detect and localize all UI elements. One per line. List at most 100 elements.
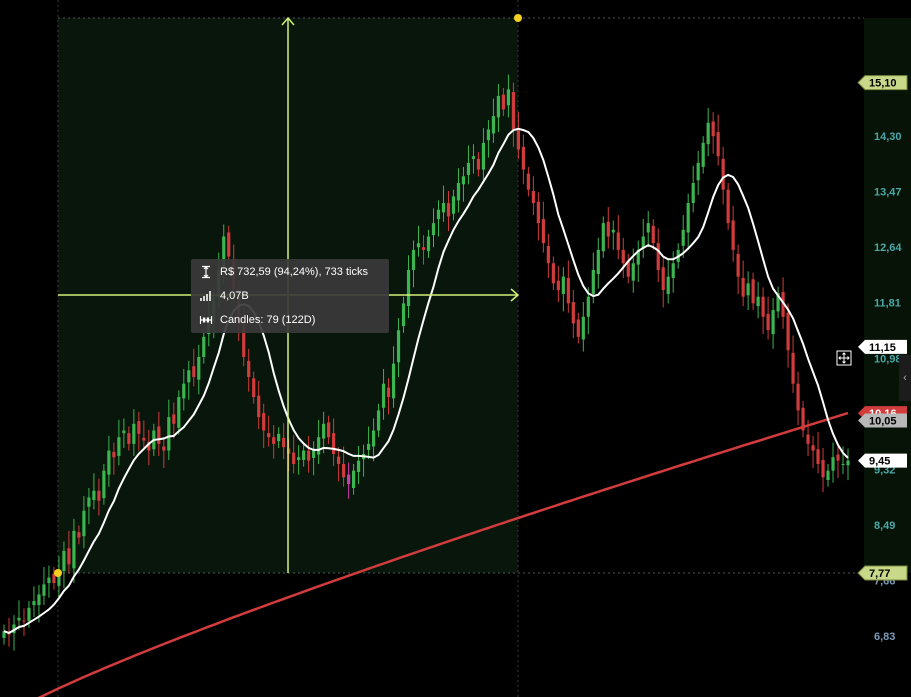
price-marker: 7,77 — [857, 565, 908, 581]
candle — [42, 584, 46, 596]
candle — [47, 577, 51, 584]
candle — [312, 450, 316, 458]
price-tick-label: 11,81 — [874, 298, 901, 310]
candle — [307, 450, 311, 461]
candle — [471, 156, 476, 159]
candle — [107, 450, 111, 475]
candle — [731, 220, 735, 250]
candle — [766, 314, 770, 331]
candle — [416, 243, 421, 248]
candle — [172, 414, 176, 424]
candle — [381, 383, 386, 408]
candle — [751, 279, 755, 304]
candle — [27, 607, 31, 622]
candle — [786, 312, 790, 351]
candle — [611, 229, 615, 233]
candle — [796, 383, 800, 411]
candle — [726, 189, 730, 224]
candle — [341, 463, 346, 478]
candle — [272, 437, 276, 444]
price-tick-label: 12,64 — [874, 242, 902, 254]
price-tick-label: 8,49 — [874, 520, 895, 532]
candle — [486, 129, 491, 141]
tooltip-volume-row: 4,07B — [199, 288, 249, 304]
candle — [826, 470, 830, 481]
candle — [681, 229, 685, 246]
candle — [631, 263, 635, 281]
candle — [112, 451, 116, 458]
price-chart[interactable]: 14,3013,4712,6411,8110,989,328,497,666,8… — [0, 0, 911, 697]
candle — [841, 463, 845, 465]
candle — [406, 269, 411, 307]
candle — [37, 594, 41, 606]
candle — [436, 209, 441, 220]
candle — [327, 422, 331, 438]
candle — [67, 548, 71, 565]
candle — [691, 182, 695, 204]
candle — [706, 122, 710, 145]
candle — [601, 223, 605, 252]
candle — [322, 423, 326, 439]
candle — [526, 173, 530, 190]
tooltip-candles-row: Candles: 79 (122D) — [199, 312, 315, 328]
candle — [391, 363, 396, 399]
chevron-left-icon: ‹ — [903, 372, 907, 384]
candle — [182, 383, 186, 399]
volume-bars-icon — [199, 289, 213, 303]
candle — [202, 336, 206, 357]
price-tick-label: 13,47 — [874, 187, 902, 199]
candle — [671, 263, 675, 278]
candle — [97, 490, 101, 501]
candle — [62, 550, 66, 571]
candle — [32, 601, 36, 606]
candle — [167, 417, 171, 451]
candle — [661, 267, 665, 291]
candle — [192, 366, 196, 377]
candle — [461, 176, 466, 185]
candle — [666, 276, 670, 295]
vertical-range-icon — [199, 265, 213, 279]
candle — [831, 457, 835, 471]
candle — [337, 456, 341, 464]
candle — [516, 129, 520, 150]
candle — [846, 460, 850, 466]
candle — [716, 132, 720, 157]
candle — [426, 236, 431, 252]
measure-tooltip: R$ 732,59 (94,24%), 733 ticks 4,07B Cand… — [191, 259, 389, 333]
price-marker: 9,45 — [858, 453, 907, 468]
price-marker-label: 10,05 — [869, 415, 897, 427]
candle — [292, 452, 296, 464]
candle — [87, 497, 91, 507]
candle — [481, 142, 486, 170]
candle — [491, 116, 496, 134]
candle — [476, 158, 481, 170]
candle — [696, 162, 700, 181]
candle — [711, 121, 715, 137]
candle — [821, 459, 825, 478]
candle — [456, 182, 461, 201]
price-marker-label: 7,77 — [869, 568, 890, 580]
candle — [411, 249, 416, 270]
candle — [521, 146, 525, 170]
candle — [446, 203, 451, 217]
candle — [366, 443, 371, 450]
candle — [386, 387, 391, 398]
price-marker: 15,10 — [857, 75, 908, 91]
candle — [741, 277, 745, 297]
candle — [606, 221, 610, 237]
candle — [142, 437, 146, 441]
candle — [756, 296, 760, 307]
candle — [431, 223, 436, 236]
candle — [421, 247, 426, 250]
collapse-panel-button[interactable]: ‹ — [899, 355, 911, 401]
anchor-point-high — [514, 14, 522, 22]
candle — [551, 263, 555, 284]
candle — [227, 232, 231, 257]
candle — [566, 277, 570, 304]
candle — [531, 191, 535, 204]
candle — [177, 397, 181, 428]
candle — [157, 426, 161, 444]
candle — [346, 474, 351, 485]
price-tick-label: 14,30 — [874, 131, 902, 143]
candle — [297, 457, 301, 460]
